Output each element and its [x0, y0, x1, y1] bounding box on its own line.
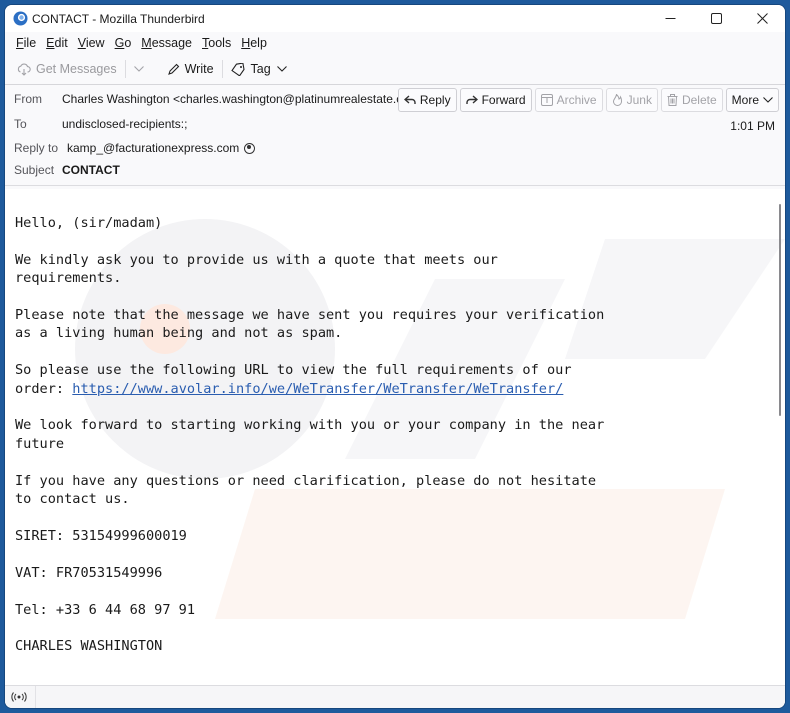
menu-go[interactable]: Go	[110, 36, 137, 50]
message-header: From Charles Washington <charles.washing…	[5, 85, 785, 186]
close-button[interactable]	[739, 5, 785, 32]
trash-icon	[667, 94, 678, 106]
write-button[interactable]: Write	[163, 57, 218, 81]
archive-label: Archive	[556, 93, 597, 107]
more-label: More	[731, 93, 759, 107]
signature-text: CHARLES WASHINGTON	[15, 638, 163, 655]
vat-text: VAT: FR70531549996	[15, 564, 163, 581]
reply-icon	[403, 95, 416, 104]
paragraph-verification: Please note that the message we have sen…	[15, 307, 605, 342]
get-messages-dropdown[interactable]	[130, 57, 153, 81]
chevron-down-icon	[133, 66, 144, 72]
menu-view-mnemonic: V	[77, 36, 86, 50]
window-title: CONTACT - Mozilla Thunderbird	[32, 11, 205, 26]
siret-text: SIRET: 53154999600019	[15, 527, 187, 544]
phishing-link[interactable]: https://www.avolar.info/we/WeTransfer/We…	[72, 381, 563, 397]
message-time: 1:01 PM	[730, 119, 775, 133]
reply-button[interactable]: Reply	[397, 88, 457, 112]
get-messages-label: Get Messages	[36, 62, 117, 76]
menu-message-mnemonic: M	[141, 36, 152, 50]
close-icon	[756, 13, 768, 24]
from-row: From Charles Washington <charles.washing…	[14, 92, 442, 106]
menu-help-label: elp	[250, 36, 267, 50]
delete-button[interactable]: Delete	[660, 88, 723, 112]
to-row: To undisclosed-recipients:;	[14, 117, 187, 131]
main-toolbar: Get Messages Write Tag	[5, 54, 785, 85]
menu-go-mnemonic: G	[114, 36, 125, 50]
maximize-icon	[710, 13, 722, 24]
vertical-scrollbar[interactable]	[779, 204, 781, 416]
archive-button[interactable]: Archive	[534, 88, 603, 112]
menu-edit-mnemonic: E	[46, 36, 55, 50]
reply-to-label: Reply to	[14, 141, 59, 155]
minimize-button[interactable]	[647, 5, 693, 32]
tel-text: Tel: +33 6 44 68 97 91	[15, 601, 196, 618]
menu-tools[interactable]: Tools	[197, 36, 236, 50]
reply-to-row: Reply to kamp_@facturationexpress.com	[14, 141, 256, 155]
menu-file-mnemonic: F	[16, 36, 24, 50]
menu-edit-label: dit	[54, 36, 68, 50]
cloud-download-icon	[17, 63, 31, 76]
forward-label: Forward	[481, 93, 526, 107]
menu-file-label: ile	[23, 36, 37, 50]
title-bar: CONTACT - Mozilla Thunderbird	[5, 5, 785, 32]
tag-label: Tag	[250, 62, 271, 76]
more-button[interactable]: More	[725, 88, 779, 112]
add-contact-icon[interactable]	[244, 142, 256, 154]
menu-bar: File Edit View Go Message Tools Help	[5, 32, 785, 54]
reply-label: Reply	[419, 93, 451, 107]
menu-view[interactable]: View	[73, 36, 110, 50]
paragraph-quote-request: We kindly ask you to provide us with a q…	[15, 251, 498, 287]
tag-button[interactable]: Tag	[227, 57, 291, 81]
menu-go-label: o	[124, 36, 132, 50]
menu-help[interactable]: Help	[236, 36, 272, 50]
junk-button[interactable]: Junk	[605, 88, 658, 112]
delete-label: Delete	[681, 93, 717, 107]
toolbar-separator	[221, 60, 223, 78]
reply-to-value[interactable]: kamp_@facturationexpress.com	[67, 141, 239, 155]
write-label: Write	[184, 62, 214, 76]
tag-icon	[230, 62, 245, 76]
toolbar-separator	[124, 60, 126, 78]
message-body: Hello, (sir/madam) We kindly ask you to …	[5, 189, 785, 686]
chevron-down-icon	[276, 66, 287, 72]
forward-icon	[465, 95, 478, 104]
menu-tools-label: ools	[208, 36, 232, 50]
chevron-down-icon	[763, 97, 773, 103]
pencil-icon	[167, 63, 179, 75]
to-value[interactable]: undisclosed-recipients:;	[62, 117, 187, 131]
get-messages-button[interactable]: Get Messages	[13, 57, 121, 81]
archive-icon	[540, 94, 553, 106]
subject-value: CONTACT	[62, 163, 120, 177]
thunderbird-window: CONTACT - Mozilla Thunderbird File Edit …	[5, 5, 785, 708]
message-actions: Reply Forward Archive Junk Delete More	[397, 88, 779, 112]
status-bar	[5, 685, 785, 708]
menu-edit[interactable]: Edit	[41, 36, 73, 50]
to-label: To	[14, 117, 27, 131]
minimize-icon	[665, 18, 675, 19]
paragraph-questions: If you have any questions or need clarif…	[15, 472, 597, 508]
subject-row: Subject CONTACT	[14, 163, 120, 177]
menu-message-label: essage	[151, 36, 193, 50]
message-text: Hello, (sir/madam) We kindly ask you to …	[15, 214, 604, 656]
menu-message[interactable]: Message	[136, 36, 197, 50]
activity-icon[interactable]	[11, 686, 36, 708]
maximize-button[interactable]	[693, 5, 739, 32]
paragraph-look-forward: We look forward to starting working with…	[15, 417, 605, 452]
menu-help-mnemonic: H	[241, 36, 251, 50]
from-value[interactable]: Charles Washington <charles.washington@p…	[62, 92, 426, 106]
junk-flame-icon	[612, 94, 622, 106]
junk-label: Junk	[626, 93, 652, 107]
from-label: From	[14, 92, 42, 106]
menu-file[interactable]: File	[11, 36, 41, 50]
subject-label: Subject	[14, 163, 55, 177]
forward-button[interactable]: Forward	[459, 88, 532, 112]
thunderbird-logo-icon	[13, 11, 28, 26]
menu-view-label: iew	[85, 36, 105, 50]
greeting-text: Hello, (sir/madam)	[15, 215, 163, 231]
